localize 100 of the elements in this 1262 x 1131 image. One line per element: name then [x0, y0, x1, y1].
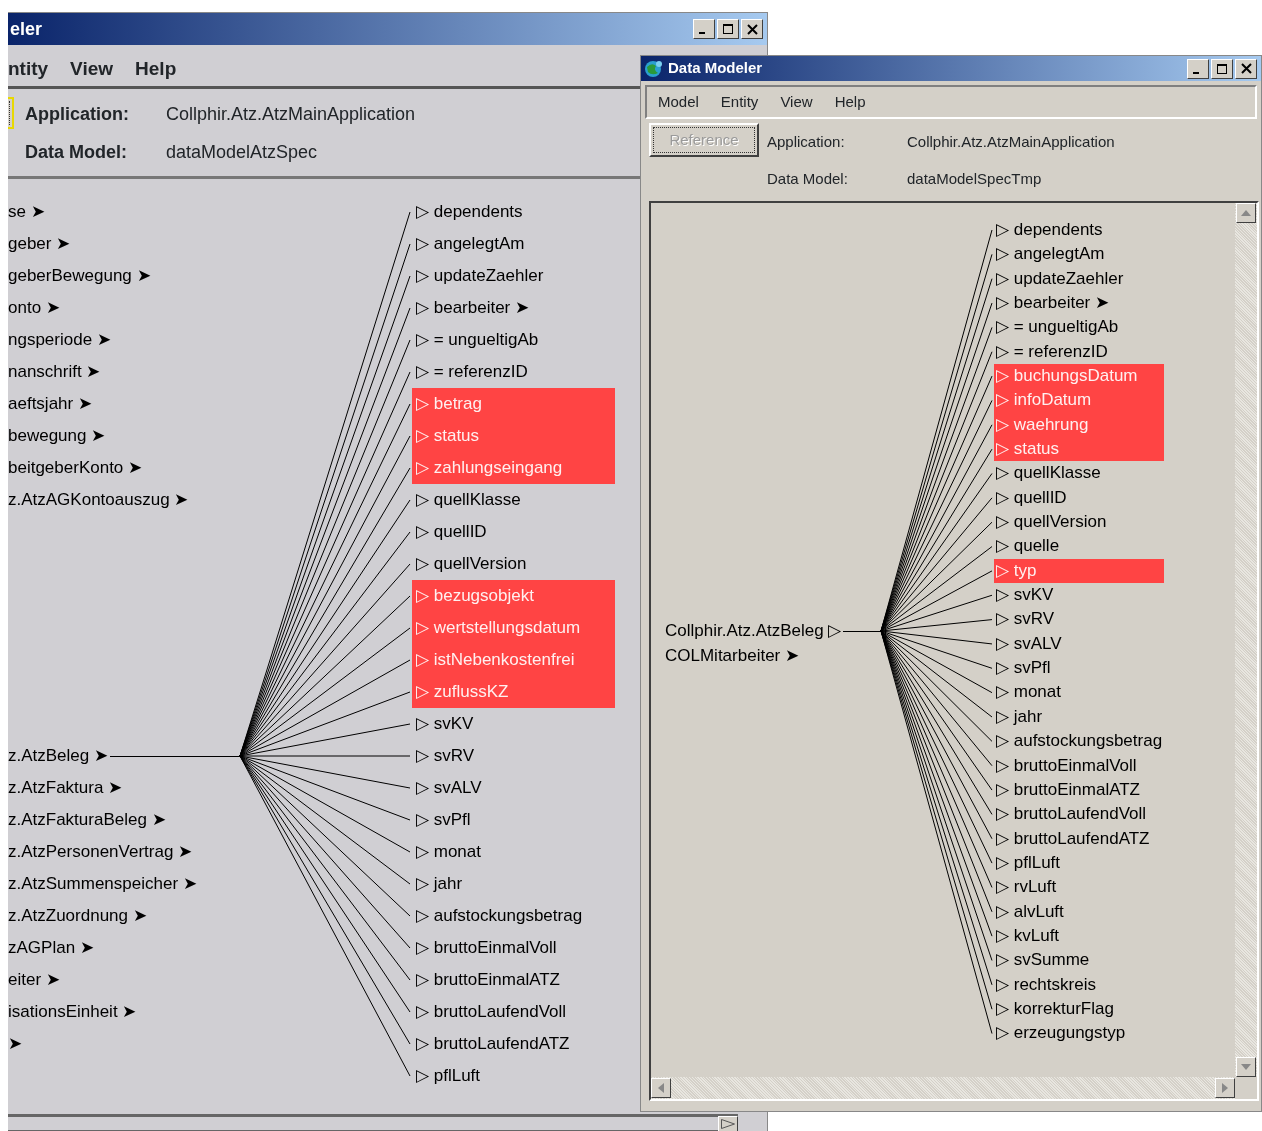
- menu-item[interactable]: View: [769, 90, 824, 114]
- tree-node[interactable]: ▷ svKV: [994, 583, 1164, 608]
- tree-node[interactable]: ▷ angelegtAm: [412, 228, 615, 260]
- tree-node[interactable]: ▷ monat: [994, 680, 1164, 705]
- horizontal-scrollbar[interactable]: [651, 1077, 1235, 1099]
- tree-node[interactable]: ▷ dependents: [412, 196, 615, 228]
- tree-node[interactable]: z.AtzZuordnung ➤: [8, 903, 147, 929]
- menu-item[interactable]: Entity: [709, 90, 770, 114]
- tree-node[interactable]: ▷ svALV: [994, 631, 1164, 657]
- field-value: Collphir.Atz.AtzMainApplication: [907, 132, 1115, 152]
- tree-node[interactable]: zAGPlan ➤: [8, 935, 94, 961]
- tree-node[interactable]: z.AtzPersonenVertrag ➤: [8, 839, 193, 865]
- tree-node[interactable]: geber ➤: [8, 231, 71, 257]
- tree-node[interactable]: ▷ bruttoLaufendVoll: [412, 996, 615, 1028]
- field-label: Application:: [767, 132, 845, 152]
- field-value: dataModelAtzSpec: [166, 141, 318, 164]
- tree-node[interactable]: z.AtzFaktura ➤: [8, 775, 123, 801]
- tree-node[interactable]: ▷ aufstockungsbetrag: [994, 729, 1164, 754]
- tree-node[interactable]: ▷ rechtskreis: [994, 972, 1164, 997]
- tree-node[interactable]: ▷ bruttoEinmalATZ: [412, 964, 615, 996]
- tree-node[interactable]: isationsEinheit ➤: [8, 999, 137, 1025]
- tree-node[interactable]: ▷ quellID: [994, 485, 1164, 510]
- vertical-scrollbar[interactable]: [1235, 203, 1257, 1077]
- tree-node[interactable]: ▷ svPfl: [412, 804, 615, 836]
- tree-node[interactable]: eiter ➤: [8, 967, 60, 993]
- tree-node[interactable]: ▷ angelegtAm: [994, 242, 1164, 267]
- tree-node[interactable]: ▷ aufstockungsbetrag: [412, 900, 615, 932]
- tree-node[interactable]: nanschrift ➤: [8, 359, 101, 385]
- tree-node[interactable]: ▷ svALV: [412, 772, 615, 804]
- tree-node[interactable]: ▷ bruttoEinmalVoll: [412, 932, 615, 964]
- scroll-down-button[interactable]: [1236, 1057, 1256, 1077]
- tree-node[interactable]: ▷ rvLuft: [994, 875, 1164, 900]
- tree-node[interactable]: ▷ = referenzID: [994, 339, 1164, 364]
- tree-node[interactable]: ▷ quelle: [994, 534, 1164, 559]
- tree-node[interactable]: z.AtzSummenspeicher ➤: [8, 871, 197, 897]
- menu-item[interactable]: ntity: [8, 55, 60, 84]
- tree-node[interactable]: ▷ erzeugungstyp: [994, 1021, 1164, 1046]
- tree-node[interactable]: ▷ = ungueltigAb: [412, 324, 615, 356]
- tree-node[interactable]: ▷ korrekturFlag: [994, 997, 1164, 1022]
- tree-node[interactable]: ▷ = referenzID: [412, 356, 615, 388]
- menu-item[interactable]: View: [59, 55, 125, 84]
- minimize-button[interactable]: [1187, 58, 1209, 79]
- tree-node[interactable]: beitgeberKonto ➤: [8, 455, 143, 481]
- tree-node[interactable]: ▷ quellKlasse: [412, 484, 615, 516]
- tree-node[interactable]: ▷ updateZaehler: [994, 266, 1164, 291]
- maximize-button[interactable]: [717, 19, 739, 39]
- menu-item[interactable]: Help: [124, 55, 188, 84]
- close-button[interactable]: [1235, 58, 1257, 79]
- tree-node[interactable]: ▷ bearbeiter ➤: [412, 292, 615, 324]
- tree-node[interactable]: ▷ monat: [412, 836, 615, 868]
- tree-node[interactable]: ▷ updateZaehler: [412, 260, 615, 292]
- right-arrow-icon: [721, 1119, 735, 1129]
- tree-node[interactable]: ▷ svSumme: [994, 948, 1164, 973]
- tree-node[interactable]: Collphir.Atz.AtzBeleg ▷: [665, 618, 842, 644]
- tree-node[interactable]: ▷ quellID: [412, 516, 615, 548]
- tree-node[interactable]: ▷ alvLuft: [994, 899, 1164, 924]
- tree-node[interactable]: ▷ quellKlasse: [994, 461, 1164, 486]
- tree-node[interactable]: onto ➤: [8, 295, 60, 321]
- tree-node[interactable]: z.AtzAGKontoauszug ➤: [8, 487, 189, 513]
- tree-node[interactable]: geberBewegung ➤: [8, 263, 151, 289]
- tree-node[interactable]: bewegung ➤: [8, 423, 106, 449]
- tree-node[interactable]: ngsperiode ➤: [8, 327, 111, 353]
- tree-node[interactable]: ▷ bruttoEinmalVoll: [994, 753, 1164, 778]
- tree-node[interactable]: se ➤: [8, 199, 45, 225]
- menu-item[interactable]: Help: [823, 90, 877, 114]
- tree-node[interactable]: ▷ svKV: [412, 708, 615, 740]
- tree-node[interactable]: ▷ bruttoLaufendATZ: [412, 1028, 615, 1060]
- scroll-up-button[interactable]: [1236, 203, 1256, 223]
- maximize-button[interactable]: [1211, 58, 1233, 79]
- tree-node[interactable]: ▷ pflLuft: [412, 1060, 615, 1092]
- tree-node[interactable]: ▷ bruttoLaufendVoll: [994, 802, 1164, 827]
- close-button[interactable]: [741, 19, 763, 39]
- tree-node[interactable]: z.AtzBeleg ➤: [8, 743, 108, 769]
- tree-node[interactable]: ▷ bearbeiter ➤: [994, 290, 1164, 316]
- tree-node[interactable]: z.AtzFakturaBeleg ➤: [8, 807, 166, 833]
- tree-node[interactable]: ▷ svRV: [412, 740, 615, 772]
- tree-node[interactable]: ▷ pflLuft: [994, 850, 1164, 876]
- tree-node[interactable]: aeftsjahr ➤: [8, 391, 92, 417]
- scroll-right-button[interactable]: [718, 1116, 738, 1131]
- scroll-right-button[interactable]: [1215, 1078, 1235, 1098]
- tree-node[interactable]: COLMitarbeiter ➤: [665, 643, 799, 669]
- tree-node[interactable]: ▷ bruttoEinmalATZ: [994, 777, 1164, 803]
- tree-node[interactable]: ▷ quellVersion: [412, 548, 615, 580]
- tree-node[interactable]: ▷ quellVersion: [994, 510, 1164, 535]
- horizontal-scrollbar[interactable]: [8, 1114, 738, 1131]
- tree-node[interactable]: ▷ bruttoLaufendATZ: [994, 826, 1164, 851]
- menu-item[interactable]: Model: [647, 90, 710, 114]
- tree-node[interactable]: ▷ kvLuft: [994, 923, 1164, 949]
- window-title: eler: [10, 17, 44, 41]
- scroll-left-button[interactable]: [651, 1078, 671, 1098]
- tree-node[interactable]: ▷ = ungueltigAb: [994, 315, 1164, 340]
- tree-node[interactable]: ▷ svRV: [994, 607, 1164, 632]
- minimize-button[interactable]: [693, 19, 715, 39]
- tree-node[interactable]: ▷ dependents: [994, 217, 1164, 243]
- connector-line: [843, 629, 881, 633]
- tree-node[interactable]: ➤: [8, 1031, 22, 1057]
- tree-node[interactable]: ▷ svPfl: [994, 656, 1164, 681]
- tree-node[interactable]: ▷ jahr: [412, 868, 615, 900]
- tree-node[interactable]: ▷ jahr: [994, 704, 1164, 730]
- left-arrow-icon: [658, 1083, 664, 1093]
